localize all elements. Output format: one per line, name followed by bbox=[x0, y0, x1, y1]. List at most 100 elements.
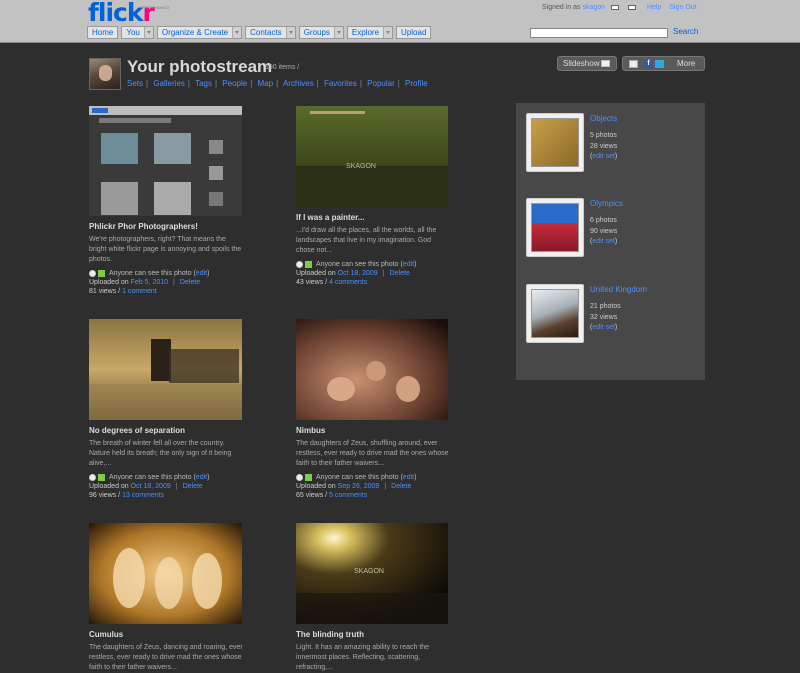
nav-you[interactable]: You bbox=[121, 26, 154, 39]
search-button[interactable]: Search bbox=[673, 27, 698, 36]
set-name-link[interactable]: Olympics bbox=[590, 199, 623, 208]
share-more-button[interactable]: More bbox=[677, 58, 695, 70]
edit-set-link[interactable]: edit set bbox=[592, 324, 615, 331]
nav-home[interactable]: Home bbox=[87, 26, 119, 39]
photo-title[interactable]: The blinding truth bbox=[296, 630, 451, 639]
public-icon bbox=[98, 270, 105, 277]
nav-upload[interactable]: Upload bbox=[396, 26, 432, 39]
subnav-sets[interactable]: Sets bbox=[127, 79, 143, 88]
watermark-text: SKAGON bbox=[354, 568, 384, 575]
account-bar: Signed in as skagon Help Sign Out bbox=[542, 4, 697, 11]
edit-set-link[interactable]: edit set bbox=[592, 153, 615, 160]
nav-contacts[interactable]: Contacts bbox=[245, 26, 296, 39]
edit-privacy-link[interactable]: edit bbox=[196, 474, 207, 481]
mail-icon[interactable] bbox=[611, 4, 620, 10]
avatar[interactable] bbox=[89, 58, 121, 90]
edit-set-link[interactable]: edit set bbox=[592, 238, 615, 245]
edit-privacy-link[interactable]: edit bbox=[403, 474, 414, 481]
photo-thumbnail[interactable] bbox=[89, 523, 242, 624]
signed-in-label: Signed in as bbox=[542, 4, 581, 11]
photo-thumbnail[interactable]: SKAGON bbox=[296, 523, 448, 624]
set-view-count: 28 views bbox=[590, 143, 618, 150]
delete-link[interactable]: Delete bbox=[391, 483, 411, 490]
photo-thumbnail[interactable] bbox=[89, 106, 242, 216]
photo-description: The daughters of Zeus, dancing and roari… bbox=[89, 644, 243, 671]
view-stats: 43 views / 4 comments bbox=[296, 279, 368, 286]
subnav-favorites[interactable]: Favorites bbox=[324, 79, 357, 88]
comments-link[interactable]: 4 comments bbox=[329, 279, 367, 286]
search-input[interactable] bbox=[530, 28, 668, 38]
set-thumbnail[interactable] bbox=[526, 113, 584, 172]
email-share-icon[interactable] bbox=[629, 60, 638, 68]
set-edit: (edit set) bbox=[590, 153, 618, 160]
photo-description: ...I'd draw all the places, all the worl… bbox=[296, 227, 437, 254]
comments-link[interactable]: 13 comments bbox=[122, 492, 164, 499]
photo-card: Phlickr Phor Photographers! We're photog… bbox=[89, 106, 244, 295]
subnav-archives[interactable]: Archives bbox=[283, 79, 314, 88]
view-stats: 65 views / 5 comments bbox=[296, 492, 368, 499]
notifications-icon[interactable] bbox=[628, 4, 637, 10]
slideshow-button[interactable]: Slideshow bbox=[557, 56, 617, 71]
set-name-link[interactable]: United Kingdom bbox=[590, 285, 647, 294]
subnav-tags[interactable]: Tags bbox=[195, 79, 212, 88]
photo-title[interactable]: Phlickr Phor Photographers! bbox=[89, 222, 244, 231]
upload-date-link[interactable]: Sep 26, 2009 bbox=[338, 483, 380, 490]
subnav-galleries[interactable]: Galleries bbox=[153, 79, 185, 88]
upload-date-link[interactable]: Feb 5, 2010 bbox=[131, 279, 168, 286]
photo-title[interactable]: No degrees of separation bbox=[89, 426, 244, 435]
photo-title[interactable]: If I was a painter... bbox=[296, 213, 451, 222]
set-thumbnail[interactable] bbox=[526, 284, 584, 343]
facebook-share-icon[interactable]: f bbox=[644, 60, 653, 68]
set-item: Olympics 6 photos 90 views (edit set) bbox=[526, 198, 704, 260]
set-item: Objects 5 photos 28 views (edit set) bbox=[526, 113, 704, 175]
comments-link[interactable]: 5 comments bbox=[329, 492, 367, 499]
edit-privacy-link[interactable]: edit bbox=[196, 270, 207, 277]
nav-groups[interactable]: Groups bbox=[298, 26, 344, 39]
upload-date-link[interactable]: Oct 18, 2009 bbox=[338, 270, 378, 277]
photo-title[interactable]: Cumulus bbox=[89, 630, 244, 639]
photo-thumbnail[interactable] bbox=[89, 319, 242, 420]
set-name-link[interactable]: Objects bbox=[590, 114, 617, 123]
chevron-down-icon[interactable] bbox=[285, 27, 295, 38]
clock-icon bbox=[89, 474, 96, 481]
twitter-share-icon[interactable] bbox=[655, 60, 664, 68]
sign-out-link[interactable]: Sign Out bbox=[669, 4, 696, 11]
delete-link[interactable]: Delete bbox=[183, 483, 203, 490]
item-count: 190 items / bbox=[265, 64, 300, 71]
subnav-profile[interactable]: Profile bbox=[405, 79, 428, 88]
chevron-down-icon[interactable] bbox=[383, 27, 393, 38]
clock-icon bbox=[89, 270, 96, 277]
subnav-map[interactable]: Map bbox=[258, 79, 274, 88]
view-stats: 81 views / 1 comment bbox=[89, 288, 157, 295]
photo-thumbnail[interactable] bbox=[296, 319, 448, 420]
public-icon bbox=[98, 474, 105, 481]
watermark-text: SKAGON bbox=[346, 163, 376, 170]
photo-description: The daughters of Zeus, shuffling around,… bbox=[296, 440, 449, 467]
chevron-down-icon[interactable] bbox=[143, 27, 153, 38]
upload-info: Uploaded on Sep 26, 2009 | Delete bbox=[296, 483, 412, 490]
nav-explore[interactable]: Explore bbox=[346, 26, 394, 39]
set-photo-count: 6 photos bbox=[590, 217, 617, 224]
delete-link[interactable]: Delete bbox=[180, 279, 200, 286]
nav-organize-create[interactable]: Organize & Create bbox=[156, 26, 243, 39]
main-nav: Home You Organize & Create Contacts Grou… bbox=[87, 26, 432, 39]
upload-date-link[interactable]: Oct 18, 2009 bbox=[131, 483, 171, 490]
photo-title[interactable]: Nimbus bbox=[296, 426, 451, 435]
signed-in-user-link[interactable]: skagon bbox=[582, 4, 605, 11]
share-bar: f More bbox=[622, 56, 705, 71]
help-link[interactable]: Help bbox=[647, 4, 661, 11]
subnav-people[interactable]: People bbox=[222, 79, 247, 88]
edit-privacy-link[interactable]: edit bbox=[403, 261, 414, 268]
top-bar: flickr FROM YAHOO Signed in as skagon He… bbox=[0, 0, 800, 43]
subnav-popular[interactable]: Popular bbox=[367, 79, 395, 88]
set-thumbnail[interactable] bbox=[526, 198, 584, 257]
chevron-down-icon[interactable] bbox=[232, 27, 242, 38]
photo-description: The breath of winter fell all over the c… bbox=[89, 440, 232, 467]
upload-info: Uploaded on Oct 18, 2009 | Delete bbox=[89, 483, 203, 490]
comments-link[interactable]: 1 comment bbox=[122, 288, 157, 295]
privacy-line: Anyone can see this photo (edit) bbox=[89, 270, 244, 277]
photo-thumbnail[interactable]: SKAGON bbox=[296, 106, 448, 207]
flickr-logo[interactable]: flickr bbox=[88, 0, 155, 26]
chevron-down-icon[interactable] bbox=[333, 27, 343, 38]
delete-link[interactable]: Delete bbox=[390, 270, 410, 277]
